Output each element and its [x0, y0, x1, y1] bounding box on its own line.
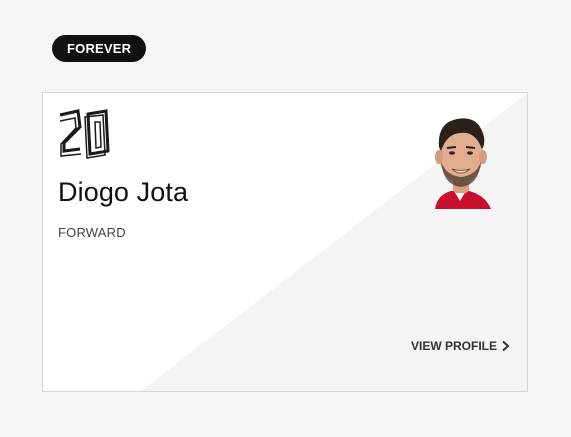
player-name: Diogo Jota — [58, 177, 189, 207]
shirt-number-graphic — [59, 109, 110, 159]
player-photo — [435, 118, 491, 209]
forever-badge: FOREVER — [52, 35, 147, 62]
chevron-right-icon — [502, 340, 510, 352]
view-profile-label: VIEW PROFILE — [410, 339, 497, 353]
player-position: FORWARD — [58, 225, 126, 240]
view-profile-link[interactable]: VIEW PROFILE — [411, 339, 510, 353]
player-card[interactable]: Diogo Jota FORWARD VIEW PROFILE — [42, 92, 528, 392]
